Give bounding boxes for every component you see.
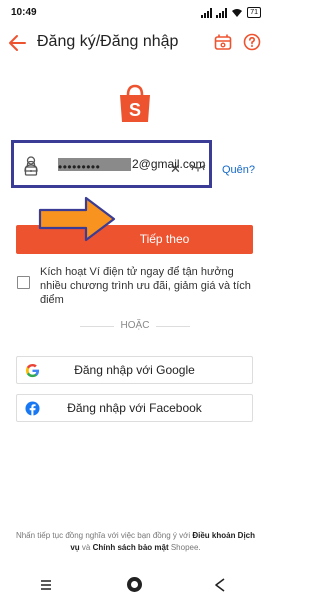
signal-icon-2 <box>216 7 228 18</box>
facebook-login-button[interactable]: Đăng nhập với Facebook <box>16 394 253 422</box>
google-login-label: Đăng nhập với Google <box>74 363 195 377</box>
eye-closed-icon[interactable] <box>190 162 206 172</box>
terms-suffix: Shopee. <box>168 543 201 552</box>
status-time: 10:49 <box>11 7 37 18</box>
google-login-button[interactable]: Đăng nhập với Google <box>16 356 253 384</box>
lock-icon <box>24 160 38 176</box>
status-bar: 10:49 71 <box>0 0 269 26</box>
close-icon[interactable]: ✕ <box>170 161 181 177</box>
password-value: ••••••••• <box>58 160 101 174</box>
shopee-bag-icon: S <box>120 84 150 122</box>
question-icon[interactable] <box>243 33 261 51</box>
forgot-password-link[interactable]: Quên? <box>222 164 255 176</box>
or-line-right <box>156 326 190 327</box>
page-title: Đăng ký/Đăng nhập <box>37 33 179 50</box>
facebook-login-label: Đăng nhập với Facebook <box>67 401 202 415</box>
menu-icon[interactable] <box>40 579 52 591</box>
arrow-annotation-icon <box>38 196 116 242</box>
terms-prefix: Nhấn tiếp tục đồng nghĩa với việc bạn đồ… <box>15 531 193 540</box>
status-icons: 71 <box>201 7 261 18</box>
home-icon[interactable] <box>127 577 142 592</box>
system-nav-bar <box>0 570 269 600</box>
svg-text:S: S <box>129 100 141 120</box>
arrow-left-icon[interactable] <box>7 32 29 54</box>
signal-icon <box>201 7 213 18</box>
wifi-icon <box>232 8 243 17</box>
terms-and: và <box>79 543 93 552</box>
password-field[interactable]: ••••••••• ✕ <box>12 152 210 188</box>
battery-icon: 71 <box>247 7 261 18</box>
wallet-checkbox[interactable] <box>17 276 30 289</box>
back-icon[interactable] <box>214 578 226 592</box>
app-header: Đăng ký/Đăng nhập <box>0 26 269 66</box>
privacy-link[interactable]: Chính sách bảo mật <box>93 543 169 552</box>
or-divider: HOẶC <box>80 320 190 332</box>
terms-notice: Nhấn tiếp tục đồng nghĩa với việc bạn đồ… <box>12 530 259 554</box>
voucher-icon[interactable] <box>214 33 232 51</box>
wallet-checkbox-label: Kích hoạt Ví điện tử ngay để tận hưởng n… <box>40 266 251 306</box>
